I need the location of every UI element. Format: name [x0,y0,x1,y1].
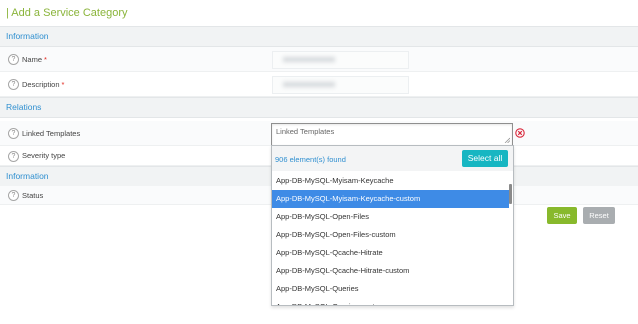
form-row-name: ? Name * [0,47,638,72]
help-icon[interactable]: ? [8,151,19,162]
redacted-value [283,82,335,87]
linked-templates-input[interactable]: Linked Templates [271,123,513,146]
help-icon[interactable]: ? [8,190,19,201]
results-count: 906 element(s) found [275,155,346,164]
field-label-severity-type: Severity type [22,151,66,160]
field-label-description: Description * [22,80,64,89]
form-row-description: ? Description * [0,72,638,97]
page-title: | Add a Service Category [6,7,128,19]
redacted-value [283,57,335,62]
option-list: App-DB-MySQL-Myisam-Keycache App-DB-MySQ… [272,172,509,305]
name-input[interactable] [272,51,409,69]
dropdown-header: 906 element(s) found Select all [272,146,513,171]
section-title: Information [6,31,49,41]
reset-button[interactable]: Reset [583,207,615,224]
option-item[interactable]: App-DB-MySQL-Qcache-Hitrate [272,244,509,262]
section-title: Relations [6,102,42,112]
section-title: Information [6,171,49,181]
help-icon[interactable]: ? [8,128,19,139]
help-icon[interactable]: ? [8,79,19,90]
option-item-selected[interactable]: App-DB-MySQL-Myisam-Keycache-custom [272,190,509,208]
description-input[interactable] [272,76,409,94]
resize-grip-icon[interactable] [504,137,510,143]
label-text: Name [22,55,43,64]
select-all-button[interactable]: Select all [462,150,508,167]
help-icon[interactable]: ? [8,54,19,65]
required-marker: * [44,55,47,64]
section-header-information: Information [0,26,638,47]
option-item[interactable]: App-DB-MySQL-Qcache-Hitrate-custom [272,262,509,280]
field-label-status: Status [22,191,44,200]
field-label-linked-templates: Linked Templates [22,129,81,138]
dropdown-scrollbar[interactable] [509,184,512,204]
option-item[interactable]: App-DB-MySQL-Queries-custom [272,298,509,305]
option-item[interactable]: App-DB-MySQL-Queries [272,280,509,298]
option-item[interactable]: App-DB-MySQL-Open-Files-custom [272,226,509,244]
remove-circle-icon[interactable] [515,128,525,138]
section-header-relations: Relations [0,97,638,118]
label-text: Description [22,80,60,89]
save-button[interactable]: Save [547,207,577,224]
option-item[interactable]: App-DB-MySQL-Myisam-Keycache [272,172,509,190]
linked-templates-dropdown: 906 element(s) found Select all App-DB-M… [271,145,514,306]
option-item[interactable]: App-DB-MySQL-Open-Files [272,208,509,226]
required-marker: * [61,80,65,89]
linked-templates-placeholder: Linked Templates [276,127,335,136]
field-label-name: Name * [22,55,47,64]
